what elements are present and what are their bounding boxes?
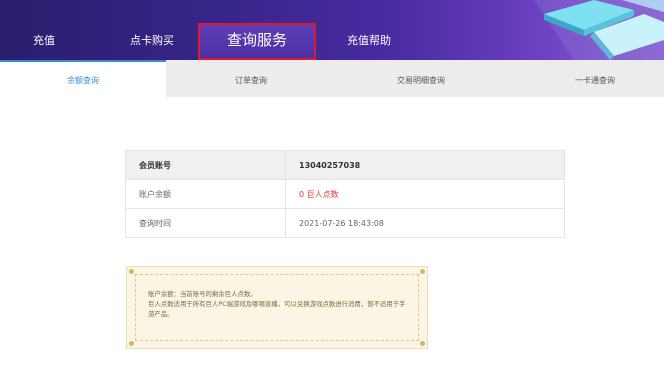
table-row: 会员账号 13040257038	[125, 150, 565, 180]
tab-transaction-detail-query[interactable]: 交易明细查询	[336, 60, 506, 97]
table-row: 查询时间 2021-07-26 18:43:08	[125, 208, 565, 238]
balance-value: 0 巨人点数	[285, 179, 565, 209]
nav-item-recharge[interactable]: 充值	[33, 0, 55, 60]
table-row: 账户余额 0 巨人点数	[125, 179, 565, 209]
account-label: 会员账号	[125, 150, 286, 180]
nav-item-card-purchase[interactable]: 点卡购买	[130, 0, 174, 60]
account-value: 13040257038	[285, 150, 565, 180]
query-time-label: 查询时间	[125, 208, 286, 238]
nav-item-query-service[interactable]: 查询服务	[198, 23, 316, 60]
notice-line: 账户余额：当前账号的剩余巨人点数。	[148, 290, 257, 298]
corner-dot-icon	[129, 269, 134, 274]
balance-label: 账户余额	[125, 179, 286, 209]
corner-dot-icon	[420, 269, 425, 274]
sub-tabs-bar: 余额查询 订单查询 交易明细查询 一卡通查询	[0, 60, 664, 97]
corner-dot-icon	[129, 341, 134, 346]
tab-balance-query[interactable]: 余额查询	[0, 60, 166, 97]
nav-item-recharge-help[interactable]: 充值帮助	[347, 0, 391, 60]
notice-line: 巨人点数适用于所有巨人PC端游戏及哪哪直播，可以兑换游戏点数进行消费，暂不适用于…	[148, 300, 406, 318]
top-navigation-bar: 充值 点卡购买 查询服务 充值帮助	[0, 0, 664, 60]
corner-dot-icon	[420, 341, 425, 346]
tab-order-query[interactable]: 订单查询	[166, 60, 336, 97]
notice-box: 账户余额：当前账号的剩余巨人点数。 巨人点数适用于所有巨人PC端游戏及哪哪直播，…	[126, 266, 428, 349]
notice-text: 账户余额：当前账号的剩余巨人点数。 巨人点数适用于所有巨人PC端游戏及哪哪直播，…	[148, 289, 410, 319]
account-info-table: 会员账号 13040257038 账户余额 0 巨人点数 查询时间 2021-0…	[125, 150, 565, 238]
tab-card-query[interactable]: 一卡通查询	[526, 60, 664, 97]
query-time-value: 2021-07-26 18:43:08	[285, 208, 565, 238]
decorative-cards-graphic	[534, 0, 664, 60]
